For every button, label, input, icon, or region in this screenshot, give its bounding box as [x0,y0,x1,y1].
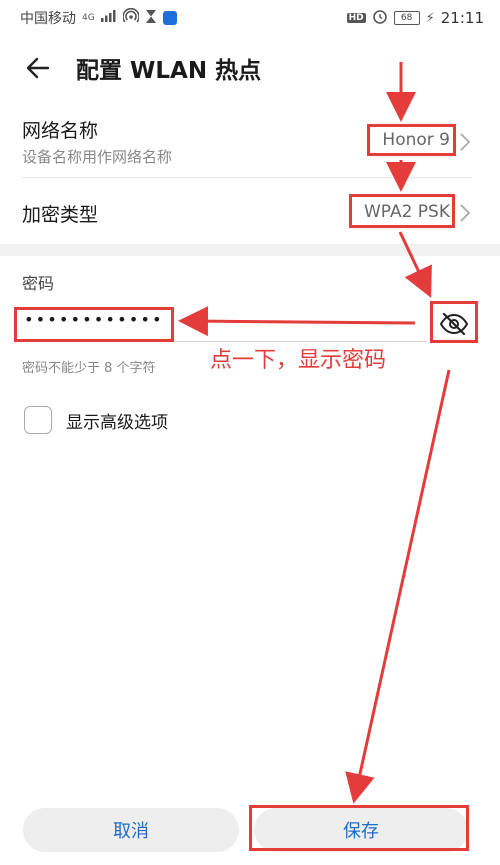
password-hint: 密码不能少于 8 个字符 [22,361,156,376]
encryption-type-label: 加密类型 [22,204,99,226]
app-header: 配置 WLAN 热点 [0,36,500,100]
hotspot-icon [121,7,140,28]
hourglass-icon [145,9,157,28]
network-name-sublabel: 设备名称用作网络名称 [22,148,173,166]
annotation-box-eye [430,301,478,343]
annotation-box-ssid [367,124,456,156]
status-left: 中国移动 4G [20,7,177,28]
annotation-box-encryption [349,194,455,228]
network-name-label: 网络名称 [22,120,99,142]
annotation-caption: 点一下，显示密码 [210,348,387,373]
chevron-right-icon [460,133,471,151]
carrier-name: 中国移动 [20,11,76,27]
annotation-box-save [249,805,469,851]
chevron-right-icon [460,204,471,222]
status-right: HD 68 ⚡ 21:11 [346,8,484,28]
app-badge-icon [162,11,177,25]
advanced-options-label: 显示高级选项 [66,412,168,433]
arrow-left-icon [26,57,50,79]
annotation-box-password [14,307,174,342]
signal-icon [100,10,117,26]
cancel-button[interactable]: 取消 [23,808,239,852]
annotation-arrow-5 [345,369,451,804]
advanced-options-checkbox[interactable] [24,406,52,434]
battery-icon: 68 [393,11,420,25]
password-label: 密码 [22,274,55,293]
back-button[interactable] [8,36,68,100]
battery-level: 68 [400,13,413,23]
charging-icon: ⚡ [425,10,435,26]
hd-badge: HD [346,13,366,23]
advanced-options-row[interactable]: 显示高级选项 [24,404,168,436]
section-divider [0,244,500,256]
network-type: 4G [82,13,95,23]
alarm-icon [372,8,388,28]
status-bar: 中国移动 4G HD 68 ⚡ 21:11 [0,0,500,36]
status-time: 21:11 [440,9,484,27]
page-title: 配置 WLAN 热点 [76,58,262,84]
